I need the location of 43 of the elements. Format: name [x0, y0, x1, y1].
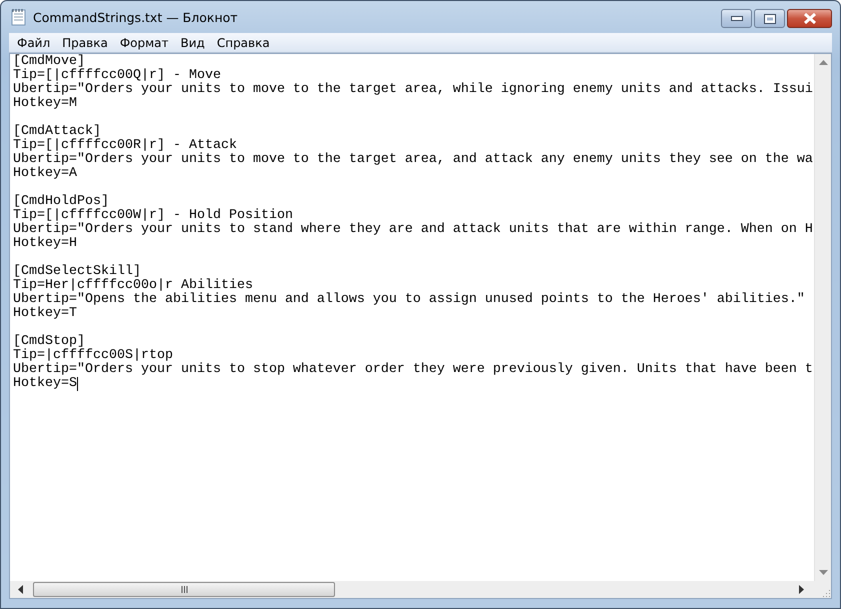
notepad-icon: [11, 8, 27, 26]
menu-item[interactable]: Вид: [174, 36, 211, 50]
vertical-scrollbar[interactable]: [814, 54, 831, 581]
maximize-icon: [764, 14, 776, 24]
text-line: Ubertip="Orders your units to stop whatever order they were previously given. Units that have been t: [13, 363, 813, 377]
text-line: Ubertip="Orders your units to move to the target area, while ignoring enemy units and attacks. Issui: [13, 83, 813, 97]
scroll-up-icon[interactable]: [818, 60, 828, 65]
close-icon: [802, 13, 816, 24]
menu-item[interactable]: Правка: [56, 36, 114, 50]
text-line: [CmdHoldPos]: [13, 195, 109, 209]
text-line: Hotkey=T: [13, 307, 77, 321]
horizontal-scrollbar[interactable]: [10, 581, 814, 598]
menu-item[interactable]: Справка: [210, 36, 276, 50]
text-line: Tip=[|cffffcc00Q|r] - Move: [13, 69, 221, 83]
grip-lines-icon: [180, 586, 188, 593]
text-line: Ubertip="Opens the abilities menu and allows you to assign unused points to the Heroes' abilities.": [13, 293, 805, 307]
text-line: [CmdMove]: [13, 55, 85, 69]
close-button[interactable]: [787, 9, 832, 28]
scroll-left-icon[interactable]: [18, 585, 23, 594]
text-line: Ubertip="Orders your units to move to the target area, and attack any enemy units they see on the wa: [13, 153, 813, 167]
text-line: Tip=Her|cffffcc00o|r Abilities: [13, 279, 253, 293]
scroll-down-icon[interactable]: [818, 570, 828, 575]
text-cursor: [77, 377, 78, 391]
menu-item[interactable]: Формат: [114, 36, 175, 50]
menu-item[interactable]: Файл: [11, 36, 56, 50]
resize-grip-icon[interactable]: [821, 588, 831, 598]
text-line: Hotkey=A: [13, 167, 77, 181]
scroll-thumb[interactable]: [33, 582, 335, 597]
minimize-button[interactable]: [721, 9, 752, 28]
maximize-button[interactable]: [754, 9, 785, 28]
text-line: Tip=[|cffffcc00W|r] - Hold Position: [13, 209, 293, 223]
scroll-right-icon[interactable]: [799, 585, 804, 594]
text-line: Hotkey=S: [13, 377, 78, 391]
minimize-icon: [730, 16, 742, 21]
text-line: Tip=[|cffffcc00R|r] - Attack: [13, 139, 237, 153]
text-line: [CmdStop]: [13, 335, 85, 349]
text-line: Ubertip="Orders your units to stand where they are and attack units that are within range. When on H: [13, 223, 813, 237]
window-title: CommandStrings.txt — Блокнот: [33, 10, 239, 24]
text-line: [CmdAttack]: [13, 125, 101, 139]
text-line: [CmdSelectSkill]: [13, 265, 141, 279]
text-line: Hotkey=H: [13, 237, 77, 251]
text-line: Hotkey=M: [13, 97, 77, 111]
text-line: Tip=|cffffcc00S|rtop: [13, 349, 173, 363]
